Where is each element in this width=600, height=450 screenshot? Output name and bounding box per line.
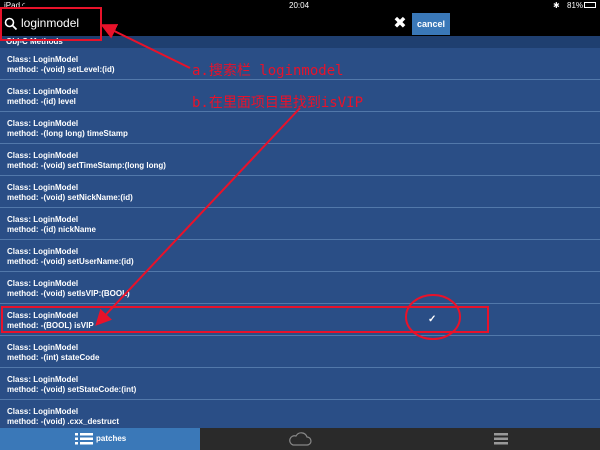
cancel-button[interactable]: cancel: [412, 13, 450, 35]
battery-icon: [584, 2, 596, 8]
row-method-label: method: -(BOOL) isVIP: [7, 321, 94, 330]
tab-bar: patches: [0, 428, 600, 450]
device-label: iPad: [4, 1, 21, 10]
table-row[interactable]: Class: LoginModel method: -(void) setNick…: [0, 176, 600, 208]
row-method-label: method: -(void) setStateCode:(int): [7, 385, 137, 394]
row-class-label: Class: LoginModel: [7, 87, 79, 96]
row-method-label: method: -(id) level: [7, 97, 76, 106]
row-method-label: method: -(long long) timeStamp: [7, 129, 128, 138]
row-class-label: Class: LoginModel: [7, 311, 79, 320]
row-class-label: Class: LoginModel: [7, 183, 79, 192]
list-icon: [75, 433, 93, 445]
annotation-b: b.在里面项目里找到isVIP: [192, 95, 364, 111]
row-class-label: Class: LoginModel: [7, 247, 79, 256]
checkmark-icon: ✓: [428, 314, 437, 325]
tab-document[interactable]: [400, 428, 600, 450]
cloud-icon: [289, 432, 312, 446]
table-row[interactable]: Class: LoginModel method: -(void) setStat…: [0, 368, 600, 400]
row-method-label: method: -(void) setUserName:(id): [7, 257, 134, 266]
row-class-label: Class: LoginModel: [7, 279, 79, 288]
battery-percent: 81%: [567, 1, 584, 10]
search-icon: [4, 17, 18, 31]
row-method-label: method: -(void) setIsVIP:(BOOL): [7, 289, 130, 298]
tab-patches[interactable]: patches: [0, 428, 200, 450]
table-row[interactable]: Class: LoginModel method: -(int) stateCod…: [0, 336, 600, 368]
row-class-label: Class: LoginModel: [7, 119, 79, 128]
table-row[interactable]: Class: LoginModel method: -(void) setTime…: [0, 144, 600, 176]
clear-search-button[interactable]: ✖: [391, 15, 409, 33]
row-method-label: method: -(id) nickName: [7, 225, 96, 234]
table-row[interactable]: Class: LoginModel method: -(long long) ti…: [0, 112, 600, 144]
row-method-label: method: -(void) .cxx_destruct: [7, 417, 120, 426]
tab-cloud[interactable]: [200, 428, 400, 450]
row-method-label: method: -(void) setLevel:(id): [7, 65, 115, 74]
row-method-label: method: -(void) setNickName:(id): [7, 193, 133, 202]
search-bar: loginmodel ✖: [0, 12, 600, 36]
section-header: Obj-C Methods: [0, 36, 600, 48]
table-row[interactable]: Class: LoginModel method: -(void) setUser…: [0, 240, 600, 272]
table-row[interactable]: Class: LoginModel method: -(BOOL) isVIP ✓: [0, 304, 600, 336]
status-time: 20:04: [289, 1, 310, 10]
status-bar: iPad ◜ 20:04 ✱ 81%: [0, 0, 600, 12]
search-query: loginmodel: [21, 16, 80, 30]
bluetooth-icon: ✱: [553, 1, 560, 10]
table-row[interactable]: Class: LoginModel method: -(id) nickName: [0, 208, 600, 240]
search-input[interactable]: loginmodel ✖: [0, 12, 412, 36]
document-list-icon: [494, 433, 508, 445]
annotation-a: a.搜索栏 loginmodel: [192, 63, 344, 79]
row-method-label: method: -(int) stateCode: [7, 353, 100, 362]
row-class-label: Class: LoginModel: [7, 55, 79, 64]
row-class-label: Class: LoginModel: [7, 375, 79, 384]
row-class-label: Class: LoginModel: [7, 215, 79, 224]
row-method-label: method: -(void) setTimeStamp:(long long): [7, 161, 166, 170]
table-row[interactable]: Class: LoginModel method: -(void) setIsVI…: [0, 272, 600, 304]
row-class-label: Class: LoginModel: [7, 343, 79, 352]
wifi-icon: ◜: [22, 1, 26, 10]
row-class-label: Class: LoginModel: [7, 151, 79, 160]
tab-patches-label: patches: [96, 434, 127, 443]
row-class-label: Class: LoginModel: [7, 407, 79, 416]
